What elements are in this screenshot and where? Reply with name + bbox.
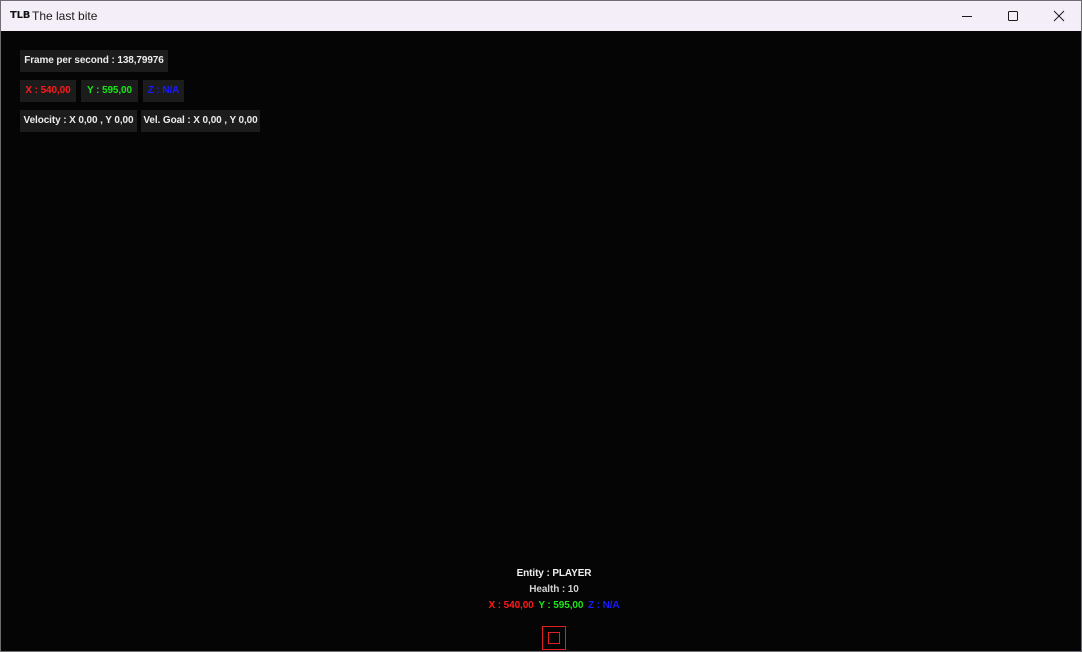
position-y-readout: Y : 595,00 xyxy=(81,80,138,102)
close-button[interactable] xyxy=(1036,1,1082,31)
player-hitbox xyxy=(548,632,560,644)
minimize-icon xyxy=(962,16,972,17)
game-window: TLB The last bite Frame per second : 138… xyxy=(0,0,1082,652)
velocity-goal-readout: Vel. Goal : X 0,00 , Y 0,00 xyxy=(141,110,260,132)
maximize-icon xyxy=(1008,11,1018,21)
close-icon xyxy=(1053,10,1065,22)
maximize-button[interactable] xyxy=(990,1,1036,31)
fps-readout: Frame per second : 138,79976 xyxy=(20,50,168,72)
title-bar[interactable]: TLB The last bite xyxy=(1,1,1081,31)
game-viewport[interactable]: Frame per second : 138,79976 X : 540,00 … xyxy=(1,31,1081,651)
window-title: The last bite xyxy=(32,9,98,23)
entity-y-label: Y : 595,00 xyxy=(538,600,584,611)
position-z-readout: Z : N/A xyxy=(143,80,184,102)
velocity-readout: Velocity : X 0,00 , Y 0,00 xyxy=(20,110,137,132)
entity-health-label: Health : 10 xyxy=(529,584,579,595)
app-icon: TLB xyxy=(10,10,31,21)
position-x-readout: X : 540,00 xyxy=(20,80,76,102)
entity-name-label: Entity : PLAYER xyxy=(516,568,592,579)
entity-z-label: Z : N/A xyxy=(587,600,620,611)
minimize-button[interactable] xyxy=(944,1,990,31)
entity-coords: X : 540,00 Y : 595,00 Z : N/A xyxy=(441,600,667,612)
player-entity xyxy=(542,626,566,650)
entity-x-label: X : 540,00 xyxy=(488,600,534,611)
